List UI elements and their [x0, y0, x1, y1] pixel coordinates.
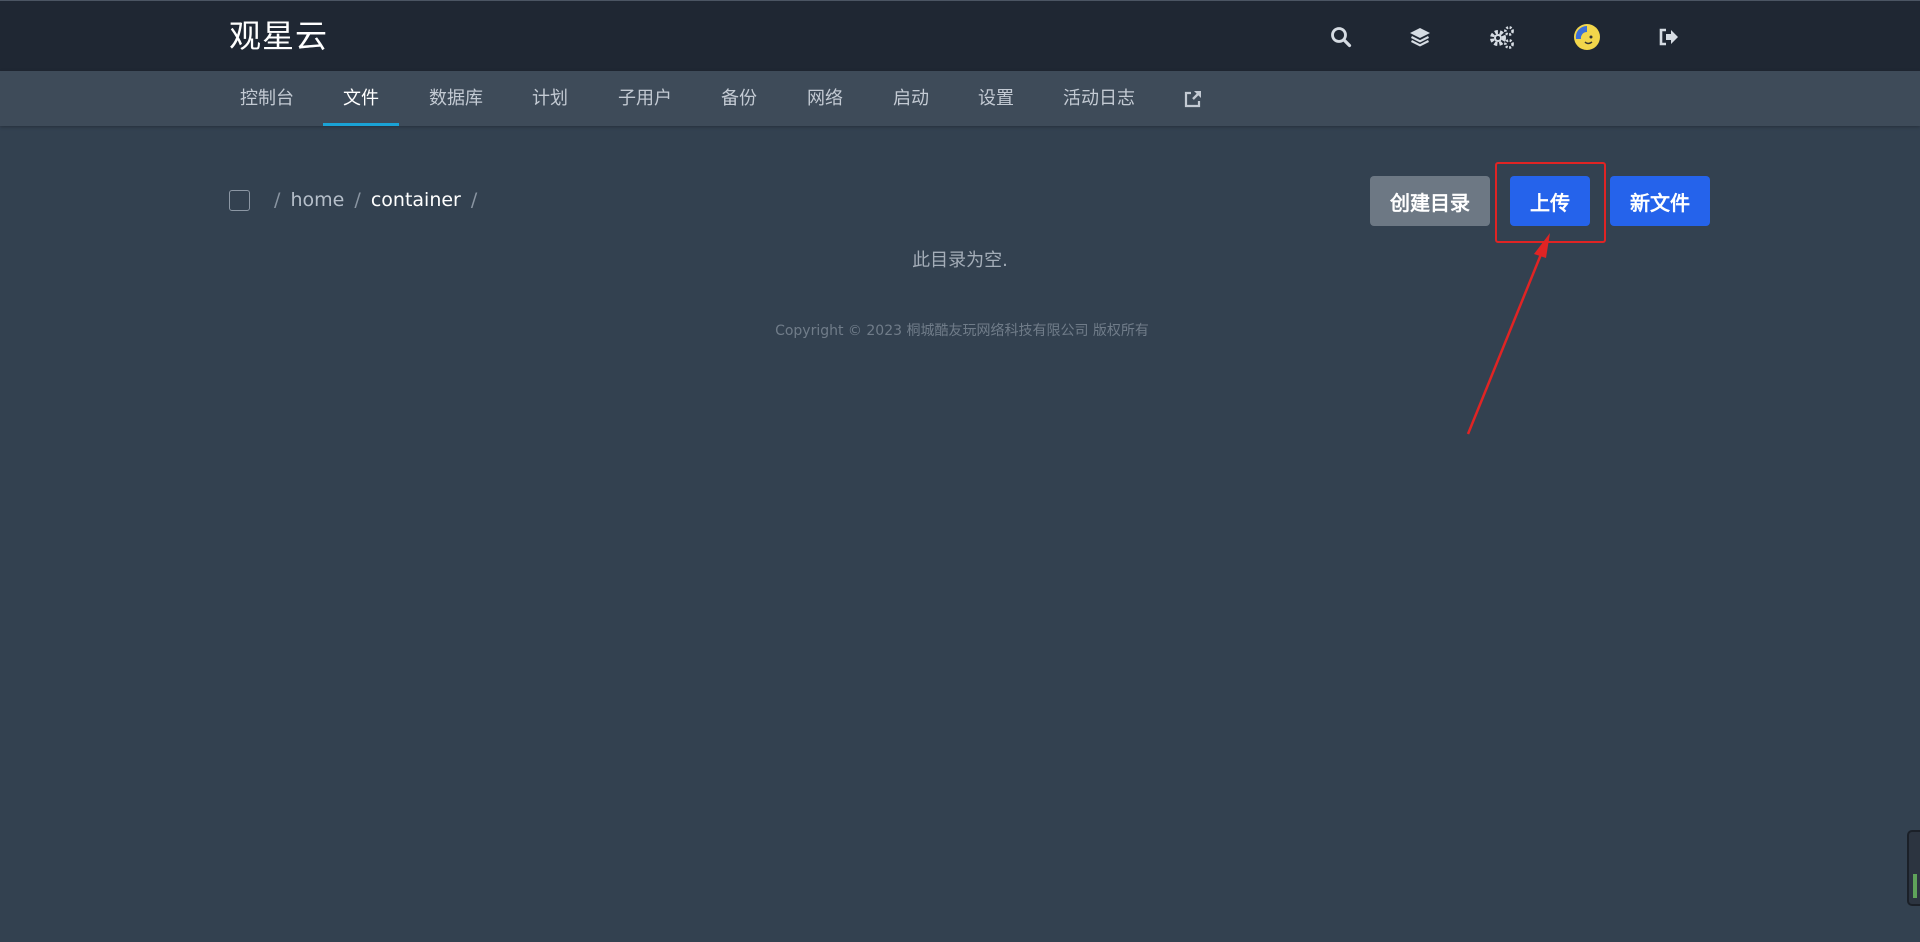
side-widget-handle[interactable]	[1907, 830, 1920, 906]
widget-level-bar	[1913, 874, 1917, 898]
top-header: 观星云	[0, 0, 1920, 71]
breadcrumb-separator: /	[274, 189, 281, 211]
create-directory-button[interactable]: 创建目录	[1370, 176, 1490, 226]
nav-console[interactable]: 控制台	[230, 71, 304, 126]
empty-directory-message: 此目录为空.	[912, 250, 1008, 271]
nav-files[interactable]: 文件	[323, 71, 399, 126]
nav-schedules[interactable]: 计划	[524, 71, 576, 126]
new-file-button[interactable]: 新文件	[1610, 176, 1710, 226]
nav-backups[interactable]: 备份	[713, 71, 765, 126]
main-nav: 控制台 文件 数据库 计划 子用户 备份 网络 启动 设置 活动日志	[0, 71, 1920, 126]
cogs-icon[interactable]	[1488, 23, 1516, 51]
breadcrumb-container[interactable]: container	[371, 189, 461, 211]
sign-out-icon[interactable]	[1655, 23, 1683, 51]
nav-subusers[interactable]: 子用户	[610, 71, 680, 126]
nav-activity-log[interactable]: 活动日志	[1055, 71, 1143, 126]
breadcrumb-separator: /	[470, 189, 478, 211]
nav-databases[interactable]: 数据库	[421, 71, 491, 126]
breadcrumb-home[interactable]: home	[290, 189, 344, 211]
layers-icon[interactable]	[1406, 23, 1434, 51]
nav-network[interactable]: 网络	[799, 71, 851, 126]
footer-copyright: Copyright © 2023 桐城酷友玩网络科技有限公司 版权所有	[775, 323, 1149, 339]
breadcrumb: / home / container /	[270, 188, 481, 213]
select-all-checkbox[interactable]	[229, 190, 250, 211]
external-link-icon[interactable]	[1178, 71, 1208, 126]
breadcrumb-separator: /	[354, 189, 361, 211]
avatar-icon[interactable]	[1573, 23, 1601, 51]
nav-startup[interactable]: 启动	[885, 71, 937, 126]
search-icon[interactable]	[1327, 23, 1355, 51]
nav-settings[interactable]: 设置	[970, 71, 1022, 126]
upload-button[interactable]: 上传	[1510, 176, 1590, 226]
brand-logo[interactable]: 观星云	[229, 15, 328, 57]
